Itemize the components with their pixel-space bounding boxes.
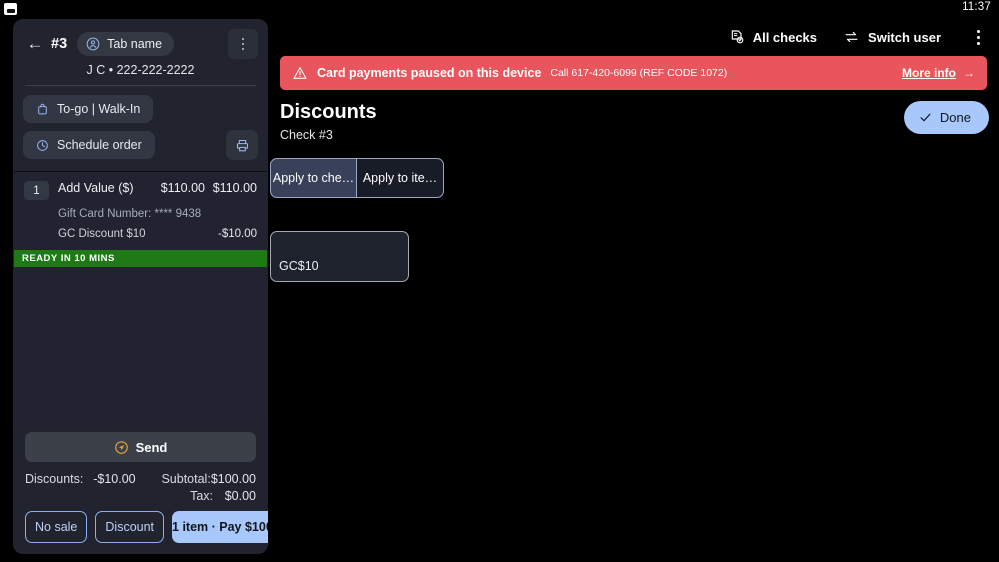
schedule-order-label: Schedule order xyxy=(57,138,142,152)
switch-user-button[interactable]: Switch user xyxy=(843,29,941,45)
main-overflow-menu-icon[interactable] xyxy=(967,24,989,50)
check-number: #3 xyxy=(51,36,67,52)
item-detail: Gift Card Number: **** 9438 xyxy=(14,202,267,220)
switch-user-icon xyxy=(843,29,860,45)
all-checks-label: All checks xyxy=(753,30,817,45)
order-action-buttons: No sale Discount 1 item · Pay $100.00 xyxy=(25,511,256,543)
guest-info: J C • 222-222-2222 xyxy=(23,59,258,85)
top-bar: All checks Switch user xyxy=(268,19,999,55)
order-panel: ← #3 Tab name J C • 222-222-2222 xyxy=(13,19,268,554)
print-button[interactable] xyxy=(226,130,258,160)
item-modifier-label: GC Discount $10 xyxy=(58,228,146,240)
pay-button[interactable]: 1 item · Pay $100.00 xyxy=(172,511,268,543)
all-checks-button[interactable]: All checks xyxy=(729,29,817,45)
alert-subtitle: Call 617-420-6099 (REF CODE 1072) xyxy=(550,67,727,79)
page-subtitle: Check #3 xyxy=(280,128,333,142)
order-panel-header: ← #3 Tab name J C • 222-222-2222 xyxy=(13,19,268,171)
no-sale-button[interactable]: No sale xyxy=(25,511,87,543)
done-label: Done xyxy=(940,110,971,125)
item-name: Add Value ($) xyxy=(58,181,153,195)
done-button[interactable]: Done xyxy=(904,101,989,134)
clock-icon xyxy=(36,139,49,152)
item-quantity[interactable]: 1 xyxy=(24,181,49,200)
send-label: Send xyxy=(136,440,168,455)
send-icon xyxy=(114,440,129,455)
subtotal-value: $100.00 xyxy=(211,472,256,486)
tax-value: $0.00 xyxy=(213,489,256,503)
alert-title: Card payments paused on this device xyxy=(317,66,541,80)
back-arrow-icon[interactable]: ← xyxy=(23,32,47,56)
schedule-order-button[interactable]: Schedule order xyxy=(23,131,155,159)
tab-name-chip[interactable]: Tab name xyxy=(77,32,174,56)
totals-row-1: Discounts: -$10.00 Subtotal: $100.00 xyxy=(25,472,256,486)
main-content: All checks Switch user Card payments pau… xyxy=(268,19,999,562)
discount-card-label: GC$10 xyxy=(279,259,319,273)
order-totals: Discounts: -$10.00 Subtotal: $100.00 Tax… xyxy=(25,472,256,503)
item-line-total: $110.00 xyxy=(211,181,257,195)
discount-card-gc10[interactable]: GC$10 xyxy=(270,231,409,282)
status-bar: 11:37 xyxy=(0,0,999,18)
totals-spacer-2 xyxy=(85,489,137,503)
item-main-row: 1 Add Value ($) $110.00 $110.00 xyxy=(14,172,267,202)
apply-scope-toggle: Apply to che… Apply to ite… xyxy=(270,158,444,198)
totals-spacer-1 xyxy=(25,489,85,503)
item-unit-price: $110.00 xyxy=(153,181,205,195)
schedule-row: Schedule order xyxy=(23,130,258,171)
item-status-label: READY IN 10 MINS xyxy=(22,253,115,264)
list-item[interactable]: 1 Add Value ($) $110.00 $110.00 Gift Car… xyxy=(14,172,267,267)
warning-triangle-icon xyxy=(292,65,308,81)
order-footer: Send Discounts: -$10.00 Subtotal: $100.0… xyxy=(13,423,268,554)
page-title: Discounts xyxy=(280,101,377,124)
discounts-value: -$10.00 xyxy=(84,472,135,486)
item-modifier-row: GC Discount $10 -$10.00 xyxy=(14,220,267,240)
screenshot-icon xyxy=(4,3,17,15)
alert-banner: Card payments paused on this device Call… xyxy=(280,56,987,90)
alert-more-info-link[interactable]: More info → xyxy=(902,66,975,80)
order-type-button[interactable]: To-go | Walk-In xyxy=(23,95,153,123)
alert-more-info-label: More info xyxy=(902,66,956,80)
discounts-label: Discounts: xyxy=(25,472,84,486)
order-overflow-menu-icon[interactable] xyxy=(228,29,258,59)
person-circle-icon xyxy=(86,37,100,51)
order-header-row: ← #3 Tab name xyxy=(23,29,258,59)
tab-name-label: Tab name xyxy=(107,37,162,51)
send-button[interactable]: Send xyxy=(25,432,256,462)
discount-button[interactable]: Discount xyxy=(95,511,164,543)
arrow-right-icon: → xyxy=(963,66,975,80)
item-status-bar: READY IN 10 MINS xyxy=(14,250,267,267)
all-checks-icon xyxy=(729,29,745,45)
totals-row-2: Tax: $0.00 xyxy=(25,489,256,503)
switch-user-label: Switch user xyxy=(868,30,941,45)
tab-apply-to-item[interactable]: Apply to ite… xyxy=(357,158,444,198)
status-clock: 11:37 xyxy=(962,1,991,13)
header-divider xyxy=(25,85,256,86)
check-icon xyxy=(918,110,933,125)
tax-label: Tax: xyxy=(137,489,213,503)
order-type-row: To-go | Walk-In xyxy=(23,95,258,123)
item-modifier-amount: -$10.00 xyxy=(218,228,257,240)
tab-apply-to-check[interactable]: Apply to che… xyxy=(270,158,357,198)
subtotal-label: Subtotal: xyxy=(136,472,211,486)
bag-icon xyxy=(36,102,49,116)
order-type-label: To-go | Walk-In xyxy=(57,102,140,116)
item-list: 1 Add Value ($) $110.00 $110.00 Gift Car… xyxy=(14,171,267,423)
printer-icon xyxy=(235,138,250,153)
